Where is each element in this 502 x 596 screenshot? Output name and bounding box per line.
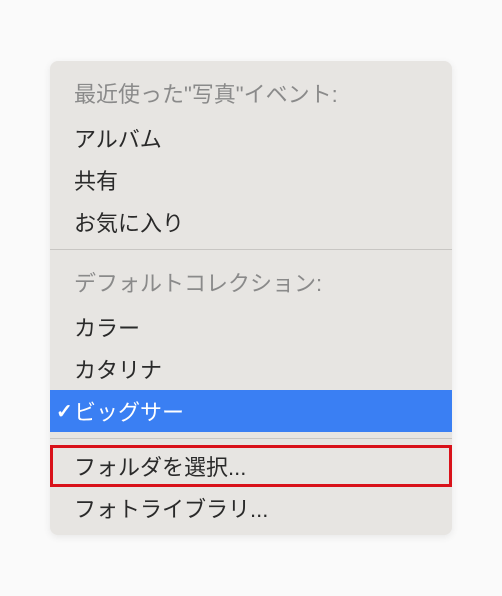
menu-item-label: フォトライブラリ... bbox=[74, 492, 452, 524]
menu-item-label: フォルダを選択... bbox=[74, 450, 452, 482]
menu-item-share[interactable]: ✓ 共有 bbox=[50, 159, 452, 201]
menu-item-label: カタリナ bbox=[74, 353, 452, 385]
context-menu: 最近使った"写真"イベント: ✓ アルバム ✓ 共有 ✓ お気に入り デフォルト… bbox=[50, 61, 452, 535]
menu-separator bbox=[50, 249, 452, 250]
menu-item-album[interactable]: ✓ アルバム bbox=[50, 117, 452, 159]
menu-section-header: デフォルトコレクション: bbox=[50, 256, 452, 306]
menu-section-header: 最近使った"写真"イベント: bbox=[50, 67, 452, 117]
menu-separator bbox=[50, 438, 452, 439]
menu-item-catalina[interactable]: ✓ カタリナ bbox=[50, 348, 452, 390]
menu-item-choose-folder[interactable]: ✓ フォルダを選択... bbox=[50, 445, 452, 487]
menu-item-bigsur[interactable]: ✓ ビッグサー bbox=[50, 390, 452, 432]
menu-item-label: ビッグサー bbox=[74, 395, 452, 427]
menu-item-label: アルバム bbox=[74, 122, 452, 154]
menu-item-label: 共有 bbox=[74, 164, 452, 196]
menu-item-color[interactable]: ✓ カラー bbox=[50, 306, 452, 348]
menu-item-photo-library[interactable]: ✓ フォトライブラリ... bbox=[50, 487, 452, 529]
menu-item-label: お気に入り bbox=[74, 206, 452, 238]
menu-item-favorites[interactable]: ✓ お気に入り bbox=[50, 201, 452, 243]
menu-item-label: カラー bbox=[74, 311, 452, 343]
